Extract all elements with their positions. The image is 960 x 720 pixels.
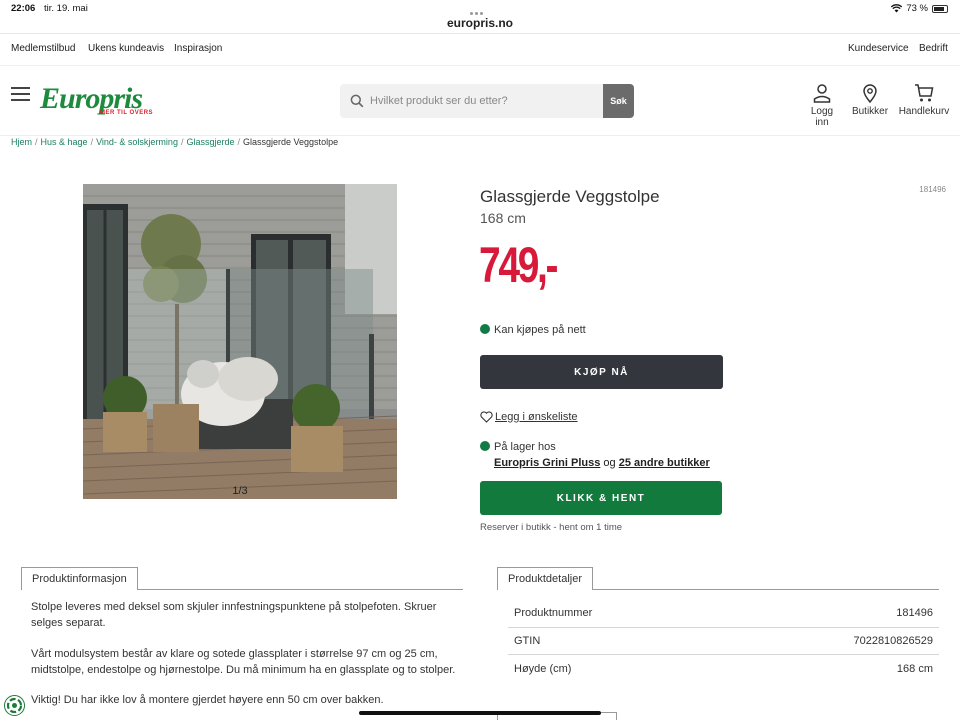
login-button[interactable]: Logg inn	[803, 83, 841, 128]
utility-nav: Medlemstilbud Ukens kundeavis Inspirasjo…	[0, 34, 960, 66]
home-indicator[interactable]	[359, 711, 601, 715]
online-status-text: Kan kjøpes på nett	[494, 324, 586, 336]
details-table: Produktnummer 181496 GTIN 7022810826529 …	[508, 600, 939, 683]
reserve-note: Reserver i butikk - hent om 1 time	[480, 522, 623, 533]
search-button[interactable]: Søk	[603, 84, 634, 118]
details-row: GTIN 7022810826529	[508, 628, 939, 655]
wifi-icon	[891, 4, 903, 13]
other-stores-link[interactable]: 25 andre butikker	[619, 457, 710, 469]
breadcrumb: Hjem / Hus & hage / Vind- & solskjerming / Gla…	[11, 137, 339, 147]
search-input[interactable]	[370, 84, 600, 118]
nav-link-medlemstilbud[interactable]: Medlemstilbud	[11, 43, 75, 54]
cart-icon	[915, 84, 934, 102]
breadcrumb-hjem[interactable]: Hjem	[11, 137, 32, 147]
tab-produktdetaljer[interactable]: Produktdetaljer	[497, 567, 593, 590]
stock-stores: Europris Grini Pluss og 25 andre butikke…	[494, 457, 710, 469]
menu-icon[interactable]	[11, 87, 30, 101]
address-bar[interactable]: europris.no	[0, 16, 960, 30]
nav-link-ukens-kundeavis[interactable]: Ukens kundeavis	[88, 43, 164, 54]
search-bar: Søk	[340, 84, 634, 118]
login-label: Logg inn	[810, 106, 834, 128]
nav-link-kundeservice[interactable]: Kundeservice	[848, 43, 909, 54]
stock-joiner: og	[603, 457, 616, 469]
status-time: 22:06	[11, 3, 36, 14]
product-title: Glassgjerde Veggstolpe	[480, 187, 660, 206]
product-sku: 181496	[919, 185, 946, 194]
product-image[interactable]: 1/3	[83, 184, 397, 499]
site-header: Europris MER TIL OVERS Søk Logg inn Buti…	[0, 66, 960, 136]
status-bar: 22:06 tir. 19. mai europris.no 73 %	[0, 0, 960, 34]
buy-now-button[interactable]: KJØP NÅ	[480, 355, 723, 389]
europris-logo[interactable]: Europris MER TIL OVERS	[40, 84, 153, 118]
cart-button[interactable]: Handlekurv	[898, 83, 950, 117]
user-icon	[813, 84, 831, 103]
logo-tagline: MER TIL OVERS	[100, 110, 154, 116]
nav-link-inspirasjon[interactable]: Inspirasjon	[174, 43, 222, 54]
click-and-collect-button[interactable]: KLIKK & HENT	[480, 481, 722, 515]
product-subtitle: 168 cm	[480, 210, 526, 226]
battery-icon	[932, 4, 948, 13]
details-label: Produktnummer	[514, 607, 593, 620]
product-price: 749,-	[479, 237, 559, 293]
stores-label: Butikker	[851, 106, 889, 117]
status-dot-icon	[480, 324, 490, 334]
search-icon	[350, 94, 364, 108]
heart-icon	[480, 411, 493, 423]
online-availability: Kan kjøpes på nett	[480, 324, 586, 336]
recycle-badge-icon[interactable]	[4, 695, 25, 716]
image-counter: 1/3	[232, 485, 248, 497]
description-paragraph-2: Vårt modulsystem består av klare og sote…	[31, 648, 456, 676]
details-label: GTIN	[514, 634, 541, 647]
tab-dots-icon[interactable]	[470, 2, 490, 15]
tab-produktinformasjon[interactable]: Produktinformasjon	[21, 567, 138, 590]
details-value: 168 cm	[896, 662, 933, 675]
store-stock: På lager hos	[480, 441, 556, 453]
breadcrumb-vind-solskjerming[interactable]: Vind- & solskjerming	[96, 137, 178, 147]
details-row: Høyde (cm) 168 cm	[508, 655, 939, 683]
stock-dot-icon	[480, 441, 490, 451]
details-value: 7022810826529	[853, 634, 933, 647]
description-paragraph-1: Stolpe leveres med deksel som skjuler in…	[31, 601, 437, 629]
nav-link-bedrift[interactable]: Bedrift	[919, 43, 948, 54]
cart-label: Handlekurv	[898, 106, 950, 117]
status-indicators: 73 %	[891, 3, 948, 14]
wishlist-label: Legg i ønskeliste	[495, 411, 578, 423]
stock-store-link[interactable]: Europris Grini Pluss	[494, 457, 600, 469]
breadcrumb-glassgjerde[interactable]: Glassgjerde	[186, 137, 234, 147]
breadcrumb-hus-hage[interactable]: Hus & hage	[41, 137, 88, 147]
details-value: 181496	[896, 607, 933, 620]
battery-percent: 73 %	[906, 3, 928, 14]
wishlist-link[interactable]: Legg i ønskeliste	[480, 411, 578, 423]
product-photo	[83, 184, 397, 499]
status-date: tir. 19. mai	[44, 3, 88, 14]
location-pin-icon	[863, 84, 877, 103]
breadcrumb-current: Glassgjerde Veggstolpe	[243, 137, 339, 147]
description-paragraph-3: Viktig! Du har ikke lov å montere gjerde…	[31, 694, 384, 706]
stock-label: På lager hos	[494, 441, 556, 453]
stores-button[interactable]: Butikker	[851, 83, 889, 117]
details-label: Høyde (cm)	[514, 662, 572, 675]
details-row: Produktnummer 181496	[508, 600, 939, 628]
